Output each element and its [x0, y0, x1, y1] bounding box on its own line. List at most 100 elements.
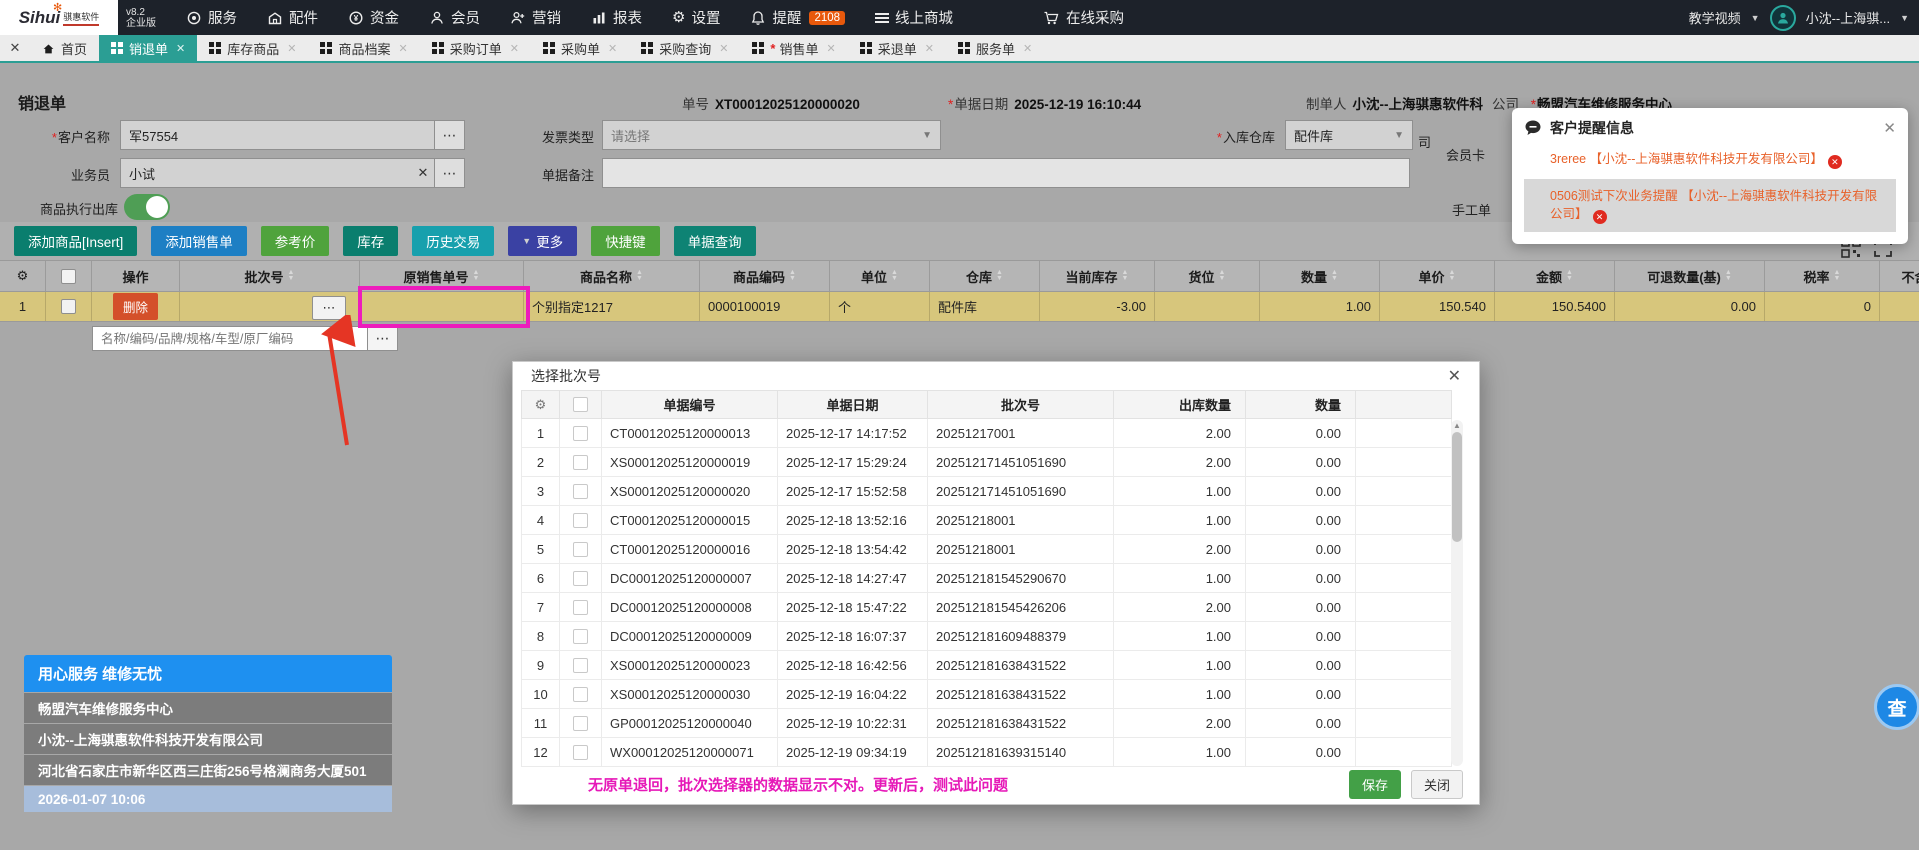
menu-item-online-mall[interactable]: 线上商城: [875, 7, 953, 28]
qty[interactable]: 0.00: [1246, 622, 1356, 651]
col-returnable[interactable]: 可退数量(基)▲▼: [1615, 261, 1765, 291]
menu-item-parts[interactable]: 配件: [267, 7, 318, 28]
row-checkbox[interactable]: [560, 622, 602, 651]
more-icon[interactable]: ⋯: [434, 121, 464, 149]
user-name[interactable]: 小沈--上海骐...: [1806, 8, 1891, 27]
row-checkbox[interactable]: [560, 477, 602, 506]
customer-field[interactable]: ⋯: [120, 120, 465, 150]
tab-close-icon[interactable]: ✕: [1023, 42, 1032, 55]
tab-purchase[interactable]: 采购单✕: [531, 35, 629, 61]
qty[interactable]: 0.00: [1246, 564, 1356, 593]
col-amount[interactable]: 金额▲▼: [1495, 261, 1615, 291]
row-qty[interactable]: 1.00: [1260, 292, 1380, 321]
float-search-button[interactable]: 查: [1874, 684, 1919, 730]
qty[interactable]: 0.00: [1246, 535, 1356, 564]
grid-row-1[interactable]: 1 删除 个别指定1217 0000100019 个 配件库 -3.00 1.0…: [0, 292, 1919, 322]
more-icon[interactable]: ⋯: [434, 159, 464, 187]
row-checkbox[interactable]: [46, 292, 92, 321]
row-checkbox[interactable]: [560, 448, 602, 477]
row-checkbox[interactable]: [560, 419, 602, 448]
tab-close-icon[interactable]: ✕: [925, 42, 934, 55]
qty[interactable]: 0.00: [1246, 738, 1356, 767]
qty[interactable]: 0.00: [1246, 651, 1356, 680]
menu-item-report[interactable]: 报表: [591, 7, 642, 28]
sort-icon[interactable]: ▲▼: [636, 270, 643, 282]
col-current-stock[interactable]: 当前库存▲▼: [1040, 261, 1155, 291]
menu-item-marketing[interactable]: 营销: [510, 7, 561, 28]
close-icon[interactable]: ✕: [1448, 366, 1461, 386]
batch-row[interactable]: 5CT000120251200000162025-12-18 13:54:422…: [522, 535, 1452, 564]
sort-icon[interactable]: ▲▼: [1834, 270, 1841, 282]
qty[interactable]: 0.00: [1246, 477, 1356, 506]
menu-item-member[interactable]: 会员: [429, 7, 480, 28]
col-price[interactable]: 单价▲▼: [1380, 261, 1495, 291]
tab-purchase-return[interactable]: 采退单✕: [848, 35, 946, 61]
add-sales-order-button[interactable]: 添加销售单: [151, 226, 247, 256]
customer-input[interactable]: [121, 121, 434, 149]
row-checkbox[interactable]: [560, 709, 602, 738]
app-logo[interactable]: Sihui✻ 骐惠软件: [0, 0, 118, 35]
close-icon[interactable]: ✕: [1883, 119, 1896, 137]
row-checkbox[interactable]: [560, 738, 602, 767]
doc-query-button[interactable]: 单据查询: [674, 226, 756, 256]
scroll-up-icon[interactable]: ▲: [1453, 421, 1461, 430]
shortcuts-button[interactable]: 快捷键: [591, 226, 660, 256]
remark-input[interactable]: [603, 159, 1409, 187]
tab-close-icon[interactable]: ✕: [287, 42, 296, 55]
tab-sales-order[interactable]: * 销售单✕: [740, 35, 847, 61]
tabs-close-icon[interactable]: ✕: [0, 35, 30, 61]
qty[interactable]: 0.00: [1246, 709, 1356, 738]
tab-purchase-query[interactable]: 采购查询✕: [629, 35, 740, 61]
col-product-name[interactable]: 商品名称▲▼: [524, 261, 700, 291]
qty[interactable]: 0.00: [1246, 506, 1356, 535]
batch-row[interactable]: 1CT000120251200000132025-12-17 14:17:522…: [522, 419, 1452, 448]
menu-item-online-purchase[interactable]: 在线采购: [1043, 7, 1124, 28]
col-action[interactable]: 操作: [92, 261, 180, 291]
batch-row[interactable]: 4CT000120251200000152025-12-18 13:52:162…: [522, 506, 1452, 535]
dismiss-icon[interactable]: ✕: [1593, 210, 1607, 224]
tab-goods-archive[interactable]: 商品档案✕: [308, 35, 419, 61]
modal-scrollbar[interactable]: ▲: [1451, 420, 1463, 766]
sort-icon[interactable]: ▲▼: [1566, 270, 1573, 282]
close-button[interactable]: 关闭: [1411, 770, 1463, 799]
history-button[interactable]: 历史交易: [412, 226, 494, 256]
batch-row[interactable]: 12WX000120251200000712025-12-19 09:34:19…: [522, 738, 1452, 767]
invoice-type-select[interactable]: 请选择 ▼: [602, 120, 941, 150]
batch-row[interactable]: 8DC000120251200000092025-12-18 16:07:372…: [522, 622, 1452, 651]
column-settings-button[interactable]: ⚙: [522, 391, 560, 419]
sort-icon[interactable]: ▲▼: [1331, 270, 1338, 282]
col-tax[interactable]: 税率▲▼: [1765, 261, 1880, 291]
tab-home[interactable]: 首页: [30, 35, 99, 61]
menu-item-service[interactable]: 服务: [186, 7, 237, 28]
sort-icon[interactable]: ▲▼: [1449, 270, 1456, 282]
tab-close-icon[interactable]: ✕: [176, 42, 185, 55]
row-checkbox[interactable]: [560, 535, 602, 564]
col-warehouse[interactable]: 仓库▲▼: [930, 261, 1040, 291]
col-slot[interactable]: 货位▲▼: [1155, 261, 1260, 291]
col-price-no-tax[interactable]: 不含税单价▲▼: [1880, 261, 1919, 291]
col-batch[interactable]: 批次号▲▼: [180, 261, 360, 291]
row-checkbox[interactable]: [560, 506, 602, 535]
tab-close-icon[interactable]: ✕: [719, 42, 728, 55]
clear-icon[interactable]: ✕: [412, 165, 434, 181]
batch-row[interactable]: 6DC000120251200000072025-12-18 14:27:472…: [522, 564, 1452, 593]
outbound-toggle[interactable]: [124, 194, 170, 220]
batch-row[interactable]: 11GP000120251200000402025-12-19 10:22:31…: [522, 709, 1452, 738]
user-avatar[interactable]: [1770, 5, 1796, 31]
qty[interactable]: 0.00: [1246, 448, 1356, 477]
warehouse-select[interactable]: 配件库 ▼: [1285, 120, 1413, 150]
sort-icon[interactable]: ▲▼: [1725, 270, 1732, 282]
row-checkbox[interactable]: [560, 564, 602, 593]
tab-sales-return[interactable]: 销退单✕: [99, 35, 197, 61]
col-qty[interactable]: 数量▲▼: [1260, 261, 1380, 291]
sort-icon[interactable]: ▲▼: [473, 270, 480, 282]
stock-button[interactable]: 库存: [343, 226, 398, 256]
tutorial-link[interactable]: 教学视频: [1689, 8, 1741, 27]
batch-row[interactable]: 3XS000120251200000202025-12-17 15:52:582…: [522, 477, 1452, 506]
qty[interactable]: 0.00: [1246, 593, 1356, 622]
row-checkbox[interactable]: [560, 680, 602, 709]
row-checkbox[interactable]: [560, 593, 602, 622]
salesman-field[interactable]: ✕ ⋯: [120, 158, 465, 188]
reference-price-button[interactable]: 参考价: [261, 226, 330, 256]
tab-purchase-order[interactable]: 采购订单✕: [420, 35, 531, 61]
